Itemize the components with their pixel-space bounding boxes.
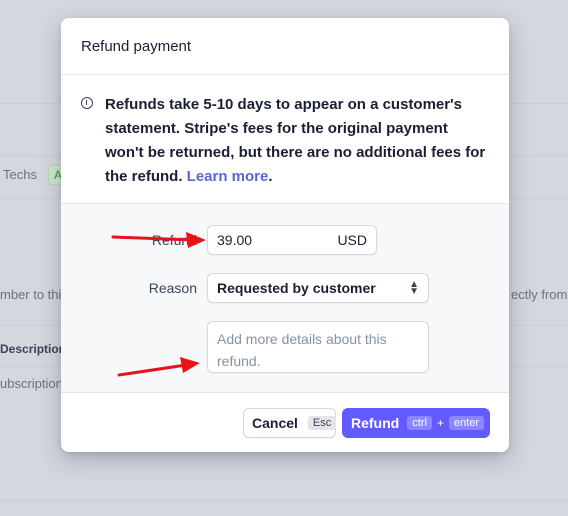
- annotation-arrows: [111, 232, 206, 377]
- arrow-to-details-icon: [117, 357, 200, 377]
- arrow-to-amount-icon: [111, 232, 206, 248]
